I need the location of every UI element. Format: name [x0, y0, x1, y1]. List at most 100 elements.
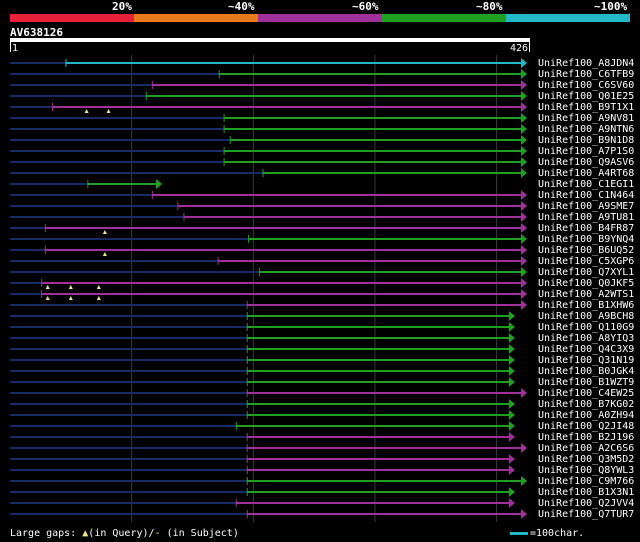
hit-name[interactable]: UniRef100_A7P1S0 — [538, 146, 634, 157]
hit-name[interactable]: UniRef100_A9BCH8 — [538, 311, 634, 322]
legend-scale-text: =100char. — [530, 528, 585, 539]
hit-name[interactable]: UniRef100_C4EW25 — [538, 388, 634, 399]
hit-row[interactable] — [10, 311, 515, 321]
segment-arrow-icon — [521, 146, 527, 156]
hit-name[interactable]: UniRef100_C1EGI1 — [538, 179, 634, 190]
hit-row[interactable] — [10, 454, 515, 464]
hit-name[interactable]: UniRef100_B1WZT9 — [538, 377, 634, 388]
hit-name[interactable]: UniRef100_B2J196 — [538, 432, 634, 443]
hit-row[interactable] — [10, 135, 527, 145]
hit-name[interactable]: UniRef100_B9T1X1 — [538, 102, 634, 113]
hit-name[interactable]: UniRef100_C5XGP6 — [538, 256, 634, 267]
hit-name[interactable]: UniRef100_B0JGK4 — [538, 366, 634, 377]
hit-name[interactable]: UniRef100_A4RT68 — [538, 168, 634, 179]
segment-arrow-icon — [521, 245, 527, 255]
hit-row[interactable] — [10, 432, 515, 442]
hit-row[interactable] — [10, 388, 527, 398]
hit-row[interactable] — [10, 124, 527, 134]
hit-name[interactable]: UniRef100_A8YIQ3 — [538, 333, 634, 344]
hit-name[interactable]: UniRef100_A8JDN4 — [538, 58, 634, 69]
hit-row[interactable] — [10, 168, 527, 178]
hit-name[interactable]: UniRef100_C1N464 — [538, 190, 634, 201]
hit-name[interactable]: UniRef100_Q8YWL3 — [538, 465, 634, 476]
legend-scale-bar — [510, 532, 528, 535]
hit-name[interactable]: UniRef100_B9N1D8 — [538, 135, 634, 146]
hit-row[interactable] — [10, 355, 515, 365]
segment-arrow-icon — [521, 212, 527, 222]
hit-row[interactable] — [10, 333, 515, 343]
hit-row[interactable] — [10, 267, 527, 277]
hit-name[interactable]: UniRef100_B1XHW6 — [538, 300, 634, 311]
segment-arrow-icon — [521, 443, 527, 453]
hit-name[interactable]: UniRef100_B9YNQ4 — [538, 234, 634, 245]
hit-row[interactable] — [10, 212, 527, 222]
hit-row[interactable] — [10, 300, 527, 310]
segment-arrow-icon — [521, 256, 527, 266]
hit-name[interactable]: UniRef100_A9NTN6 — [538, 124, 634, 135]
hit-name[interactable]: UniRef100_A9SME7 — [538, 201, 634, 212]
hit-row[interactable] — [10, 344, 515, 354]
hit-row[interactable] — [10, 443, 527, 453]
hit-row[interactable] — [10, 256, 527, 266]
hit-name[interactable]: UniRef100_Q7TUR7 — [538, 509, 634, 520]
segment-arrow-icon — [156, 179, 163, 189]
hit-row[interactable] — [10, 113, 527, 123]
hit-name[interactable]: UniRef100_Q0JKF5 — [538, 278, 634, 289]
hit-name[interactable]: UniRef100_Q110G9 — [538, 322, 634, 333]
hit-row[interactable] — [10, 223, 527, 234]
hit-row[interactable] — [10, 322, 515, 332]
hit-row[interactable] — [10, 245, 527, 256]
hit-name[interactable]: UniRef100_Q2JVV4 — [538, 498, 634, 509]
hit-name[interactable]: UniRef100_A2C6S6 — [538, 443, 634, 454]
hit-name[interactable]: UniRef100_Q31N19 — [538, 355, 634, 366]
query-gap-marker — [106, 109, 111, 113]
hit-name[interactable]: UniRef100_Q3M5D2 — [538, 454, 634, 465]
hit-row[interactable] — [10, 399, 515, 409]
hit-name[interactable]: UniRef100_Q2JI48 — [538, 421, 634, 432]
hit-row[interactable] — [10, 278, 527, 289]
hit-row[interactable] — [10, 476, 527, 486]
hit-row[interactable] — [10, 179, 163, 189]
hit-row[interactable] — [10, 190, 527, 200]
hit-name[interactable]: UniRef100_B4FR87 — [538, 223, 634, 234]
hit-name[interactable]: UniRef100_Q4C3X9 — [538, 344, 634, 355]
hit-row[interactable] — [10, 465, 515, 475]
segment-arrow-icon — [508, 355, 515, 365]
hit-name[interactable]: UniRef100_A9NV81 — [538, 113, 634, 124]
hit-row[interactable] — [10, 498, 515, 508]
hit-row[interactable] — [10, 58, 527, 68]
hit-row[interactable] — [10, 289, 527, 300]
hit-row[interactable] — [10, 377, 515, 387]
hit-name[interactable]: UniRef100_Q9ASV6 — [538, 157, 634, 168]
hit-row[interactable] — [10, 157, 527, 167]
segment-arrow-icon — [521, 509, 527, 519]
hit-row[interactable] — [10, 80, 527, 90]
segment-arrow-icon — [508, 322, 515, 332]
query-gap-marker — [45, 285, 50, 289]
hit-name[interactable]: UniRef100_A9TU81 — [538, 212, 634, 223]
hit-row[interactable] — [10, 366, 515, 376]
hit-row[interactable] — [10, 201, 527, 211]
hit-name[interactable]: UniRef100_C9M766 — [538, 476, 634, 487]
hit-name[interactable]: UniRef100_C6TFB9 — [538, 69, 634, 80]
hit-row[interactable] — [10, 102, 527, 113]
hit-row[interactable] — [10, 234, 527, 244]
segment-arrow-icon — [508, 377, 515, 387]
hit-name[interactable]: UniRef100_B1X3N1 — [538, 487, 634, 498]
hit-name[interactable]: UniRef100_Q01E25 — [538, 91, 634, 102]
hit-name[interactable]: UniRef100_A2WTS1 — [538, 289, 634, 300]
hit-row[interactable] — [10, 410, 515, 420]
hit-row[interactable] — [10, 91, 527, 101]
segment-arrow-icon — [508, 487, 515, 497]
hit-row[interactable] — [10, 69, 527, 79]
hit-row[interactable] — [10, 509, 527, 519]
hit-name[interactable]: UniRef100_B6UQ52 — [538, 245, 634, 256]
hit-name[interactable]: UniRef100_Q7XYL1 — [538, 267, 634, 278]
hit-name[interactable]: UniRef100_C6SV60 — [538, 80, 634, 91]
hit-name[interactable]: UniRef100_A0ZH94 — [538, 410, 634, 421]
hit-row[interactable] — [10, 487, 515, 497]
hit-name[interactable]: UniRef100_B7KG02 — [538, 399, 634, 410]
hit-row[interactable] — [10, 146, 527, 156]
segment-arrow-icon — [521, 69, 527, 79]
hit-row[interactable] — [10, 421, 515, 431]
